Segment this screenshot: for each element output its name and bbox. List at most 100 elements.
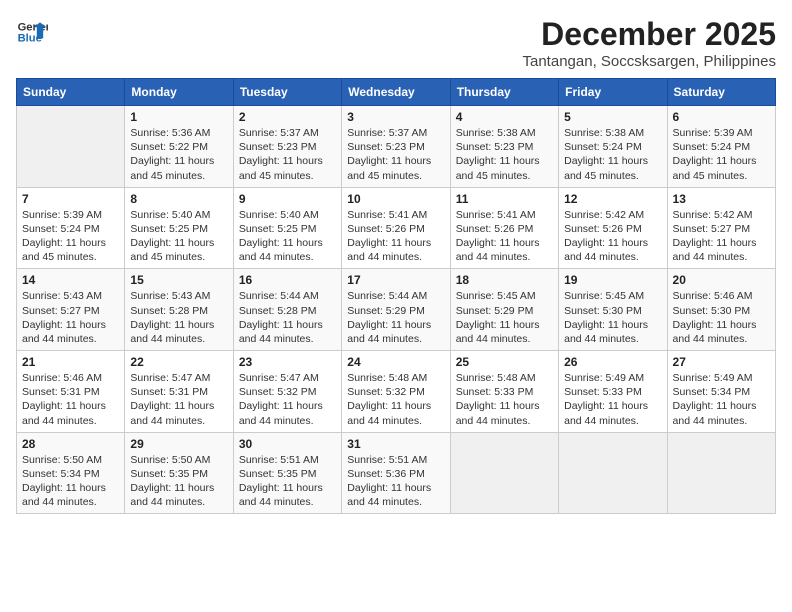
calendar-cell: 8Sunrise: 5:40 AMSunset: 5:25 PMDaylight… (125, 187, 233, 269)
day-number: 11 (456, 192, 553, 206)
calendar-cell: 3 Sunrise: 5:37 AMSunset: 5:23 PMDaylight… (342, 106, 450, 188)
day-info: Sunrise: 5:51 AMSunset: 5:35 PMDaylight:… (239, 453, 336, 510)
day-number: 24 (347, 355, 444, 369)
calendar-cell (450, 432, 558, 514)
calendar-cell: 16Sunrise: 5:44 AMSunset: 5:28 PMDayligh… (233, 269, 341, 351)
calendar-cell: 26Sunrise: 5:49 AMSunset: 5:33 PMDayligh… (559, 351, 667, 433)
day-number: 22 (130, 355, 227, 369)
day-info: Sunrise: 5:38 AMSunset: 5:23 PMDaylight:… (456, 126, 553, 183)
day-info: Sunrise: 5:40 AMSunset: 5:25 PMDaylight:… (239, 208, 336, 265)
calendar-cell: 24 Sunrise: 5:48 AMSunset: 5:32 PMDayligh… (342, 351, 450, 433)
day-info: Sunrise: 5:37 AMSunset: 5:23 PMDaylight:… (239, 126, 336, 183)
calendar-cell: 2 Sunrise: 5:37 AMSunset: 5:23 PMDaylight… (233, 106, 341, 188)
calendar-cell: 17 Sunrise: 5:44 AMSunset: 5:29 PMDayligh… (342, 269, 450, 351)
day-info: Sunrise: 5:48 AMSunset: 5:32 PMDaylight:… (347, 371, 444, 428)
day-number: 30 (239, 437, 336, 451)
calendar-cell: 28 Sunrise: 5:50 AMSunset: 5:34 PMDayligh… (17, 432, 125, 514)
day-info: Sunrise: 5:41 AMSunset: 5:26 PMDaylight:… (347, 208, 444, 265)
day-number: 9 (239, 192, 336, 206)
month-year-title: December 2025 (523, 16, 777, 53)
page-header: General Blue December 2025 Tantangan, So… (16, 16, 776, 70)
calendar-cell: 14Sunrise: 5:43 AMSunset: 5:27 PMDayligh… (17, 269, 125, 351)
day-number: 15 (130, 273, 227, 287)
day-info: Sunrise: 5:50 AMSunset: 5:34 PMDaylight:… (22, 453, 119, 510)
calendar-week-5: 28 Sunrise: 5:50 AMSunset: 5:34 PMDayligh… (17, 432, 776, 514)
day-info: Sunrise: 5:45 AMSunset: 5:29 PMDaylight:… (456, 289, 553, 346)
calendar-cell (559, 432, 667, 514)
calendar-week-4: 21 Sunrise: 5:46 AMSunset: 5:31 PMDayligh… (17, 351, 776, 433)
day-info: Sunrise: 5:47 AMSunset: 5:31 PMDaylight:… (130, 371, 227, 428)
day-info: Sunrise: 5:36 AMSunset: 5:22 PMDaylight:… (130, 126, 227, 183)
day-number: 4 (456, 110, 553, 124)
day-info: Sunrise: 5:38 AMSunset: 5:24 PMDaylight:… (564, 126, 661, 183)
calendar-cell: 30 Sunrise: 5:51 AMSunset: 5:35 PMDayligh… (233, 432, 341, 514)
day-number: 8 (130, 192, 227, 206)
day-info: Sunrise: 5:50 AMSunset: 5:35 PMDaylight:… (130, 453, 227, 510)
day-number: 26 (564, 355, 661, 369)
day-info: Sunrise: 5:42 AMSunset: 5:27 PMDaylight:… (673, 208, 770, 265)
header-day-sunday: Sunday (17, 79, 125, 106)
header-day-saturday: Saturday (667, 79, 775, 106)
calendar-cell: 5 Sunrise: 5:38 AMSunset: 5:24 PMDaylight… (559, 106, 667, 188)
day-info: Sunrise: 5:42 AMSunset: 5:26 PMDaylight:… (564, 208, 661, 265)
calendar-body: 1Sunrise: 5:36 AMSunset: 5:22 PMDaylight… (17, 106, 776, 514)
header-day-tuesday: Tuesday (233, 79, 341, 106)
day-number: 23 (239, 355, 336, 369)
day-number: 17 (347, 273, 444, 287)
day-info: Sunrise: 5:43 AMSunset: 5:28 PMDaylight:… (130, 289, 227, 346)
day-info: Sunrise: 5:49 AMSunset: 5:34 PMDaylight:… (673, 371, 770, 428)
calendar-cell: 23 Sunrise: 5:47 AMSunset: 5:32 PMDayligh… (233, 351, 341, 433)
day-number: 3 (347, 110, 444, 124)
calendar-cell: 13Sunrise: 5:42 AMSunset: 5:27 PMDayligh… (667, 187, 775, 269)
logo-icon: General Blue (16, 16, 48, 48)
day-info: Sunrise: 5:41 AMSunset: 5:26 PMDaylight:… (456, 208, 553, 265)
day-info: Sunrise: 5:51 AMSunset: 5:36 PMDaylight:… (347, 453, 444, 510)
day-info: Sunrise: 5:47 AMSunset: 5:32 PMDaylight:… (239, 371, 336, 428)
day-number: 21 (22, 355, 119, 369)
calendar-cell: 11 Sunrise: 5:41 AMSunset: 5:26 PMDayligh… (450, 187, 558, 269)
calendar-cell: 12 Sunrise: 5:42 AMSunset: 5:26 PMDayligh… (559, 187, 667, 269)
day-number: 18 (456, 273, 553, 287)
day-number: 2 (239, 110, 336, 124)
day-number: 28 (22, 437, 119, 451)
calendar-cell: 10 Sunrise: 5:41 AMSunset: 5:26 PMDayligh… (342, 187, 450, 269)
calendar-cell: 7Sunrise: 5:39 AMSunset: 5:24 PMDaylight… (17, 187, 125, 269)
calendar-cell: 6Sunrise: 5:39 AMSunset: 5:24 PMDaylight… (667, 106, 775, 188)
day-number: 5 (564, 110, 661, 124)
day-info: Sunrise: 5:46 AMSunset: 5:31 PMDaylight:… (22, 371, 119, 428)
calendar-cell: 25Sunrise: 5:48 AMSunset: 5:33 PMDayligh… (450, 351, 558, 433)
calendar-cell: 18 Sunrise: 5:45 AMSunset: 5:29 PMDayligh… (450, 269, 558, 351)
day-number: 7 (22, 192, 119, 206)
day-info: Sunrise: 5:37 AMSunset: 5:23 PMDaylight:… (347, 126, 444, 183)
calendar-cell (667, 432, 775, 514)
calendar-cell: 22 Sunrise: 5:47 AMSunset: 5:31 PMDayligh… (125, 351, 233, 433)
calendar-week-2: 7Sunrise: 5:39 AMSunset: 5:24 PMDaylight… (17, 187, 776, 269)
svg-text:General: General (18, 21, 48, 33)
day-number: 31 (347, 437, 444, 451)
day-number: 19 (564, 273, 661, 287)
header-day-friday: Friday (559, 79, 667, 106)
logo: General Blue (16, 16, 48, 48)
day-number: 29 (130, 437, 227, 451)
day-number: 27 (673, 355, 770, 369)
calendar-cell: 21 Sunrise: 5:46 AMSunset: 5:31 PMDayligh… (17, 351, 125, 433)
location-subtitle: Tantangan, Soccsksargen, Philippines (523, 53, 777, 70)
day-info: Sunrise: 5:39 AMSunset: 5:24 PMDaylight:… (673, 126, 770, 183)
day-number: 12 (564, 192, 661, 206)
header-day-thursday: Thursday (450, 79, 558, 106)
calendar-header: SundayMondayTuesdayWednesdayThursdayFrid… (17, 79, 776, 106)
day-number: 10 (347, 192, 444, 206)
calendar-cell: 4 Sunrise: 5:38 AMSunset: 5:23 PMDaylight… (450, 106, 558, 188)
calendar-cell (17, 106, 125, 188)
calendar-cell: 9 Sunrise: 5:40 AMSunset: 5:25 PMDaylight… (233, 187, 341, 269)
calendar-cell: 20Sunrise: 5:46 AMSunset: 5:30 PMDayligh… (667, 269, 775, 351)
calendar-cell: 27 Sunrise: 5:49 AMSunset: 5:34 PMDayligh… (667, 351, 775, 433)
calendar-cell: 1Sunrise: 5:36 AMSunset: 5:22 PMDaylight… (125, 106, 233, 188)
calendar-cell: 19Sunrise: 5:45 AMSunset: 5:30 PMDayligh… (559, 269, 667, 351)
day-info: Sunrise: 5:46 AMSunset: 5:30 PMDaylight:… (673, 289, 770, 346)
day-info: Sunrise: 5:48 AMSunset: 5:33 PMDaylight:… (456, 371, 553, 428)
day-number: 16 (239, 273, 336, 287)
day-info: Sunrise: 5:43 AMSunset: 5:27 PMDaylight:… (22, 289, 119, 346)
day-info: Sunrise: 5:44 AMSunset: 5:29 PMDaylight:… (347, 289, 444, 346)
title-block: December 2025 Tantangan, Soccsksargen, P… (523, 16, 777, 70)
